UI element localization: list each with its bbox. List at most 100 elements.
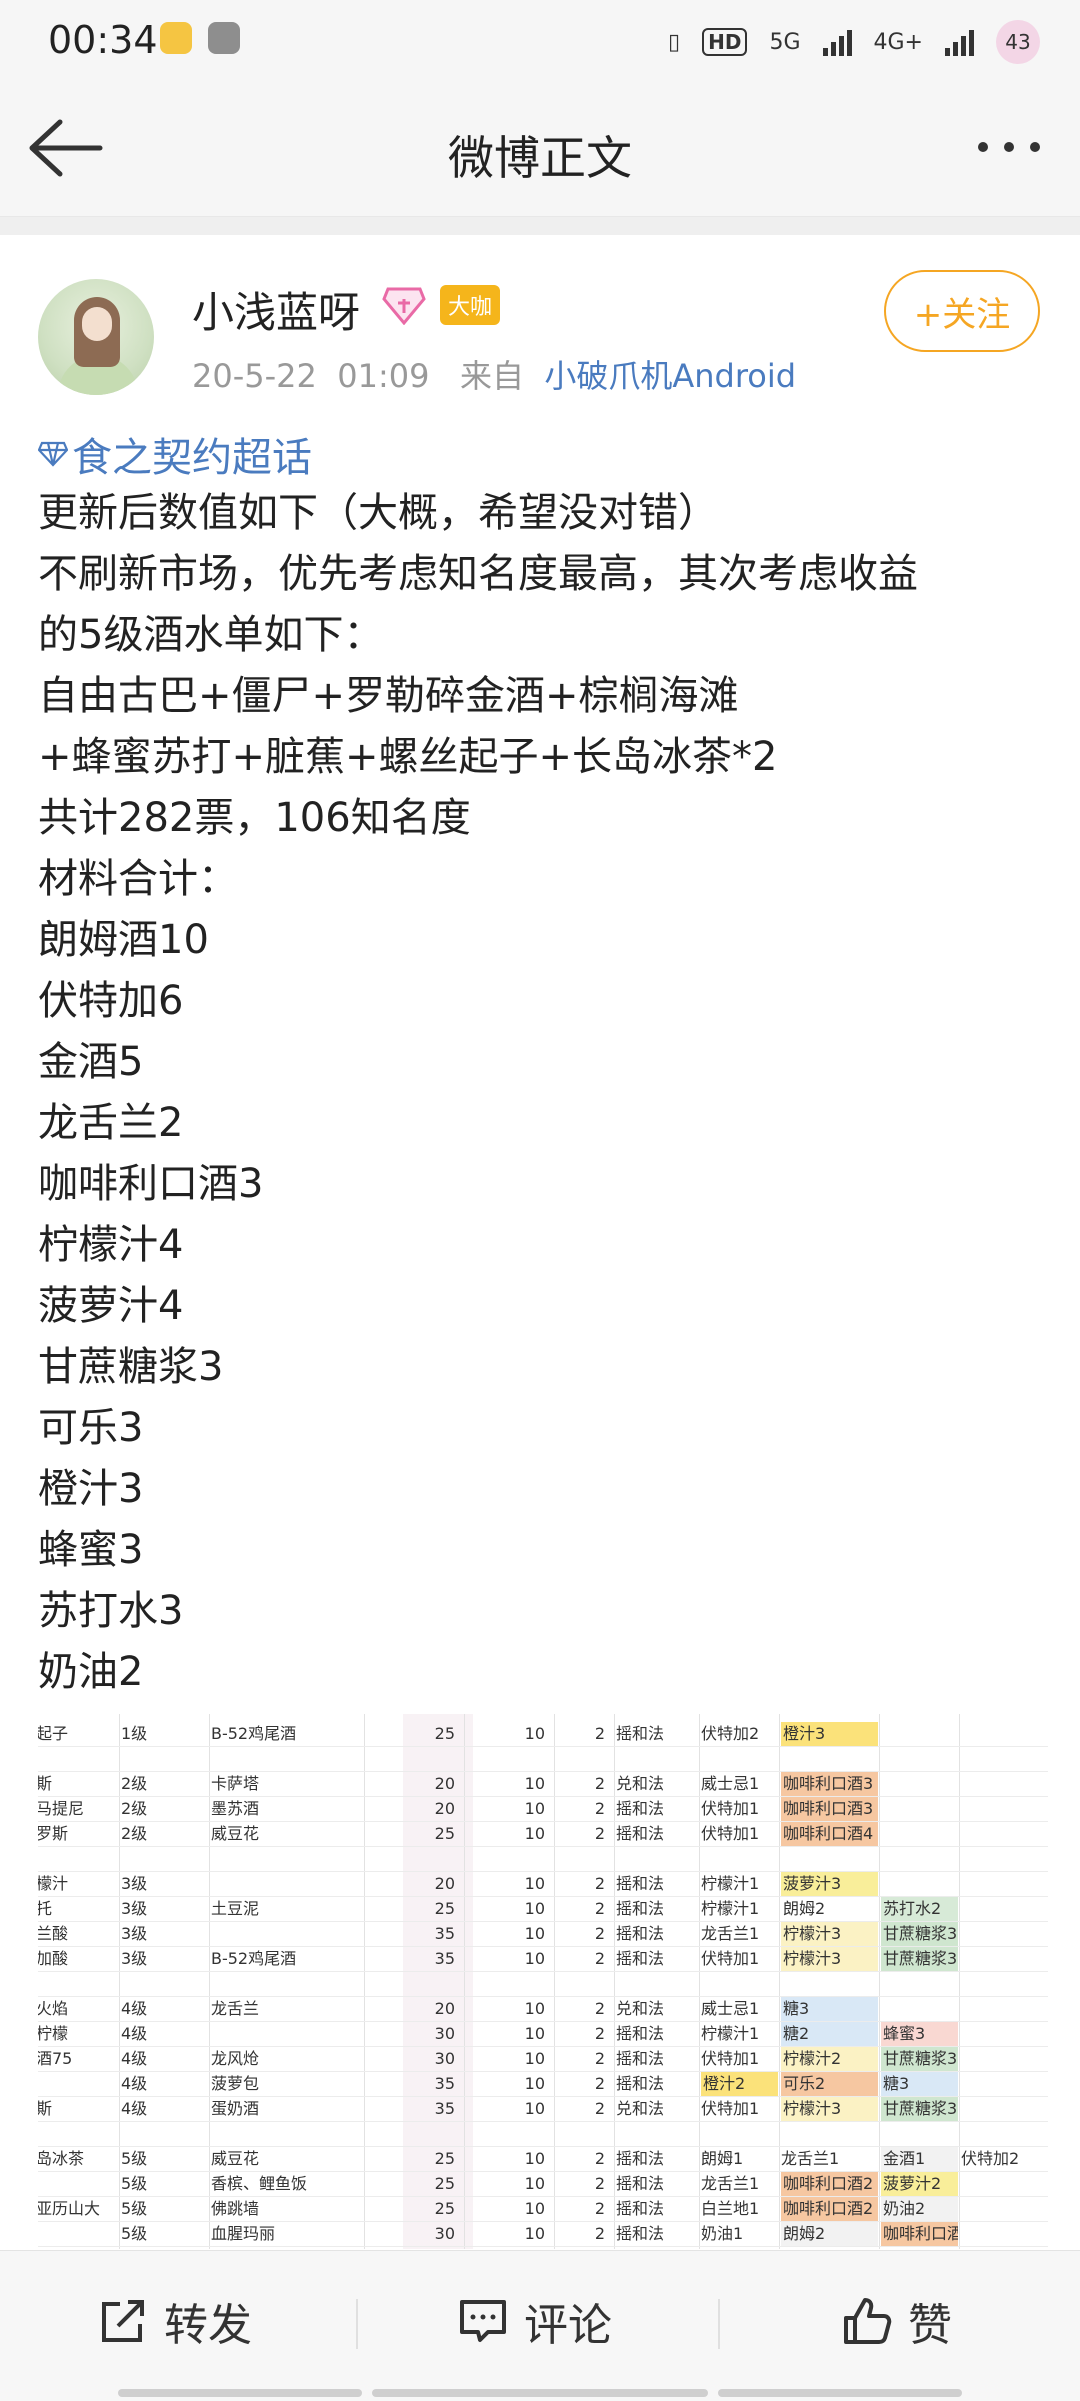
repost-button[interactable]: 转发 xyxy=(98,2291,252,2351)
like-button[interactable]: 赞 xyxy=(842,2291,952,2351)
sheet-cell: 10 xyxy=(524,2199,545,2218)
sheet-cell: 咖啡利口酒3 xyxy=(781,1797,878,1821)
sheet-cell xyxy=(881,1872,956,1896)
sheet-cell: 咖啡利口酒3 xyxy=(781,1772,878,1796)
nav-bar: 微博正文 xyxy=(0,80,1080,217)
sheet-cell: 兰酸 xyxy=(38,1924,69,1943)
from-label: 来自 xyxy=(459,357,524,395)
sheet-cell: 摇和法 xyxy=(616,1924,665,1943)
sheet-cell: 柠檬汁3 xyxy=(781,2097,878,2121)
sheet-row: 火焰 4级 龙舌兰 20 10 2 兑和法 威士忌1 糖3 xyxy=(38,1997,1048,2021)
sheet-cell: 20 xyxy=(434,1874,455,1893)
bottom-action-bar: 转发 评论 赞 xyxy=(0,2250,1080,2401)
sheet-cell: B-52鸡尾酒 xyxy=(211,1949,297,1968)
username[interactable]: 小浅蓝呀 xyxy=(192,279,360,340)
follow-button[interactable]: +关注 xyxy=(884,270,1040,352)
sheet-cell: 摇和法 xyxy=(616,2149,665,2168)
sheet-cell: 10 xyxy=(524,1999,545,2018)
body-line: 伏特加6 xyxy=(38,978,184,1024)
sheet-row: 托 3级 土豆泥 25 10 2 摇和法 柠檬汁1 朗姆2 苏打水2 xyxy=(38,1897,1048,1921)
body-line: +蜂蜜苏打+脏蕉+螺丝起子+长岛冰茶*2 xyxy=(38,734,778,780)
home-indicator xyxy=(118,2389,362,2397)
body-line: 橙汁3 xyxy=(38,1466,144,1512)
sheet-cell: 5级 xyxy=(121,2224,148,2243)
sheet-cell xyxy=(961,2172,1046,2196)
sheet-cell: 4级 xyxy=(121,2074,148,2093)
sheet-cell: 龙舌兰1 xyxy=(701,2174,760,2193)
sheet-cell xyxy=(881,1747,956,1771)
sheet-cell xyxy=(366,2122,461,2146)
sheet-row: 酒75 4级 龙风炝 30 10 2 摇和法 伏特加1 柠檬汁2 甘蔗糖浆3 xyxy=(38,2047,1048,2071)
sheet-cell: 亚历山大 xyxy=(38,2199,101,2218)
sheet-cell xyxy=(961,2072,1046,2096)
sheet-cell: 10 xyxy=(524,2099,545,2118)
sheet-cell: 罗斯 xyxy=(38,1824,69,1843)
sheet-cell: 2 xyxy=(594,2149,605,2168)
sheet-cell: 10 xyxy=(524,1824,545,1843)
sheet-cell: 伏特加1 xyxy=(701,1949,760,1968)
sheet-cell: 苏打水2 xyxy=(881,1897,958,1921)
sheet-cell: 斯 xyxy=(38,2099,53,2118)
status-bar: 00:34 ▯ HD 5G 4G+ 43 xyxy=(0,0,1080,80)
sheet-row xyxy=(38,1972,1048,1996)
sheet-cell: 龙风炝 xyxy=(211,2049,260,2068)
body-line: 朗姆酒10 xyxy=(38,917,209,963)
vip-badge: 大咖 xyxy=(440,285,501,325)
sheet-cell: 20 xyxy=(434,1799,455,1818)
sheet-cell xyxy=(121,1972,206,1996)
sheet-cell: 摇和法 xyxy=(616,1824,665,1843)
sheet-row: 岛冰茶 5级 威豆花 25 10 2 摇和法 朗姆1 龙舌兰1 金酒1 伏特加2 xyxy=(38,2147,1048,2171)
sheet-cell: 25 xyxy=(434,2199,455,2218)
sheet-cell: 糖3 xyxy=(881,2072,958,2096)
sheet-cell: 5级 xyxy=(121,2199,148,2218)
body-line: 可乐3 xyxy=(38,1405,144,1451)
sheet-cell: 2 xyxy=(594,1999,605,2018)
sheet-cell: 血腥玛丽 xyxy=(211,2224,276,2243)
body-line: 柠檬汁4 xyxy=(38,1222,184,1268)
more-options-icon[interactable] xyxy=(978,142,1040,152)
status-time: 00:34 xyxy=(48,18,158,62)
comment-button[interactable]: 评论 xyxy=(458,2291,612,2351)
home-indicator xyxy=(372,2389,708,2397)
sheet-cell: 摇和法 xyxy=(616,1724,665,1743)
sheet-cell xyxy=(881,1722,956,1746)
sheet-grid-line xyxy=(38,2246,1048,2247)
sheet-cell: 柠檬汁1 xyxy=(701,2024,760,2043)
sheet-cell xyxy=(466,2122,551,2146)
repost-icon xyxy=(102,2300,144,2342)
sheet-cell: 咖啡利口酒2 xyxy=(781,2197,878,2221)
sheet-cell: 摇和法 xyxy=(616,2024,665,2043)
sheet-cell: 咖啡利口酒3 xyxy=(881,2222,958,2246)
sheet-cell: 朗姆1 xyxy=(701,2149,744,2168)
page-title: 微博正文 xyxy=(448,131,632,185)
sheet-cell xyxy=(881,1847,956,1871)
sheet-cell: 摇和法 xyxy=(616,1949,665,1968)
sheet-cell xyxy=(556,2122,611,2146)
sheet-cell: 25 xyxy=(434,2149,455,2168)
post-image-spreadsheet[interactable]: 起子 1级 B-52鸡尾酒 25 10 2 摇和法 伏特加2 橙汁3 斯 2级 卡萨塔 20 10 2 兑和法… xyxy=(38,1714,1048,2249)
body-line: 奶油2 xyxy=(38,1649,144,1695)
home-indicator xyxy=(718,2389,962,2397)
sheet-cell: 2 xyxy=(594,1924,605,1943)
sheet-cell: 橙汁2 xyxy=(701,2072,778,2096)
sheet-cell xyxy=(38,2072,116,2096)
topic-link[interactable]: 食之契约超话 xyxy=(38,425,312,483)
sheet-cell: 佛跳墙 xyxy=(211,2199,260,2218)
sheet-cell: 2 xyxy=(594,1724,605,1743)
sheet-cell xyxy=(701,1847,776,1871)
body-line: 龙舌兰2 xyxy=(38,1100,184,1146)
sheet-cell: 2 xyxy=(594,2174,605,2193)
sheet-cell: 蜂蜜3 xyxy=(881,2022,958,2046)
body-line: 材料合计： xyxy=(38,856,238,902)
avatar[interactable] xyxy=(38,279,154,395)
signal-icon-2 xyxy=(945,28,974,56)
sheet-cell: 甘蔗糖浆3 xyxy=(881,2047,958,2071)
sheet-row xyxy=(38,1847,1048,1871)
sheet-cell xyxy=(701,2122,776,2146)
sheet-cell xyxy=(881,2122,956,2146)
sheet-cell xyxy=(961,1872,1046,1896)
post-source[interactable]: 小破爪机Android xyxy=(544,357,796,395)
sheet-cell: 兑和法 xyxy=(616,1999,665,2018)
sheet-cell xyxy=(211,1972,361,1996)
repost-label: 转发 xyxy=(164,2300,252,2351)
